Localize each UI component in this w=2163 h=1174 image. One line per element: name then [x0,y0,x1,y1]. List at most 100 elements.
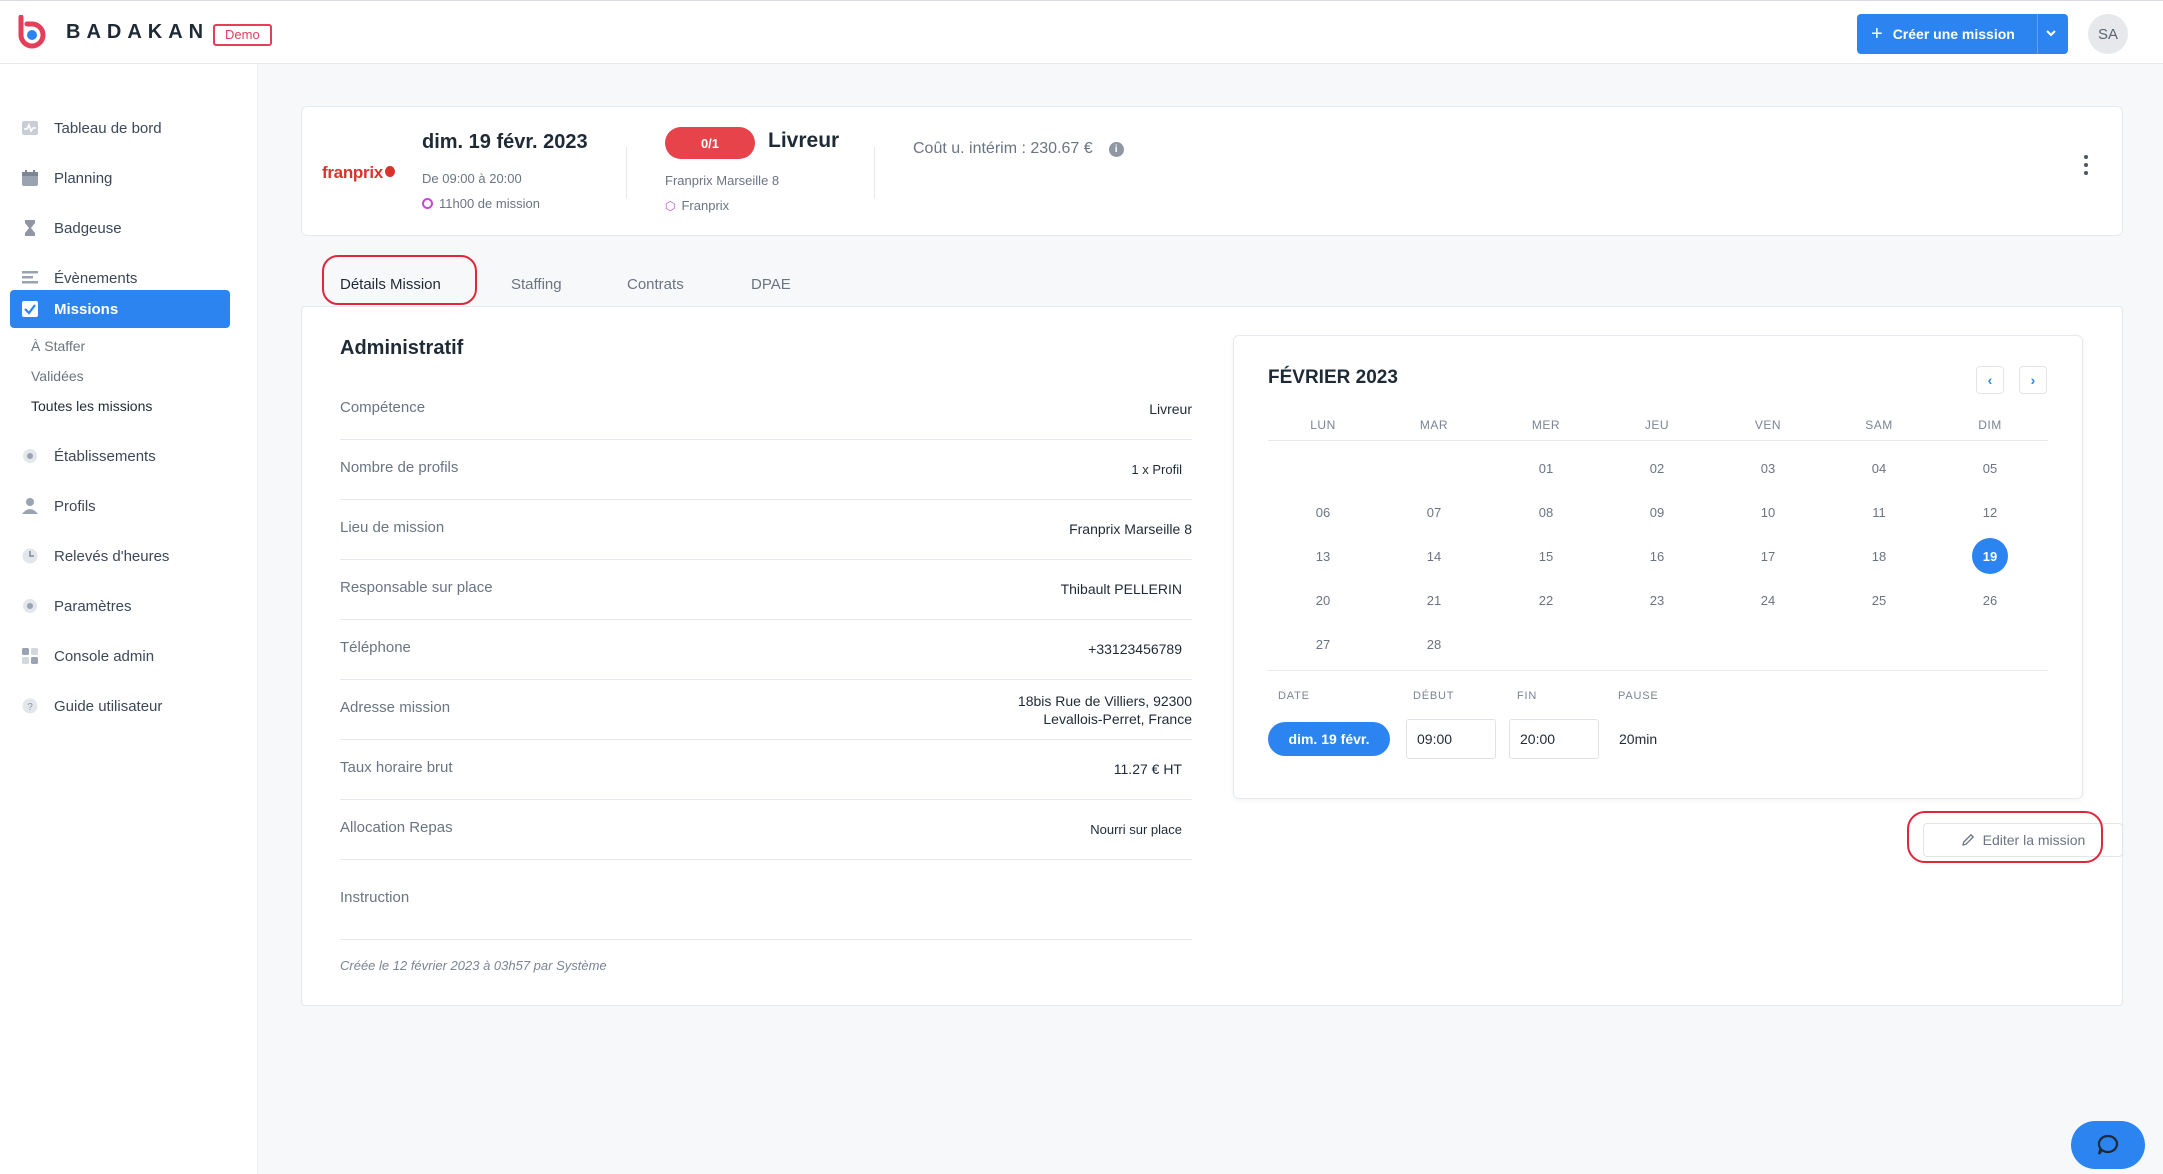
weekday-lun: LUN [1310,418,1336,432]
calendar-day[interactable]: 04 [1861,450,1897,486]
chevron-down-icon[interactable] [2044,26,2058,40]
slot-pause: 20min [1619,731,1658,747]
calendar-day[interactable]: 21 [1416,582,1452,618]
detail-value: Livreur [1149,401,1192,417]
svg-text:?: ? [27,702,33,713]
calendar-day[interactable]: 22 [1528,582,1564,618]
clock-icon [20,546,40,566]
create-mission-button[interactable]: + Créer une mission [1857,14,2068,54]
calendar-day[interactable]: 05 [1972,450,2008,486]
calendar-day[interactable]: 03 [1750,450,1786,486]
hexagon-icon: ⬡ [665,198,676,213]
mission-client: ⬡ Franprix [665,198,730,213]
calendar-day[interactable]: 24 [1750,582,1786,618]
calendar-day[interactable]: 18 [1861,538,1897,574]
detail-row-instruction: Instruction [340,860,1192,940]
weekday-sam: SAM [1865,418,1893,432]
sidebar-item-guide[interactable]: ? Guide utilisateur [10,687,230,725]
sidebar-item-planning[interactable]: Planning [10,159,230,197]
calendar-day[interactable]: 17 [1750,538,1786,574]
calendar-day[interactable]: 11 [1861,494,1897,530]
sidebar-item-label: Tableau de bord [54,119,162,137]
calendar-day[interactable]: 20 [1305,582,1341,618]
chat-bubble-icon [2097,1134,2119,1155]
building-icon [20,446,40,466]
calendar-divider [1268,670,2048,671]
sidebar-item-console-admin[interactable]: Console admin [10,637,230,675]
sidebar-item-dashboard[interactable]: Tableau de bord [10,109,230,147]
sidebar-item-releves[interactable]: Relevés d'heures [10,537,230,575]
calendar-day[interactable]: 27 [1305,626,1341,662]
slot-header-fin: FIN [1517,690,1538,702]
mission-role: Livreur [768,129,840,152]
calendar-day[interactable]: 15 [1528,538,1564,574]
sidebar-item-badgeuse[interactable]: Badgeuse [10,209,230,247]
sidebar-subitem-a-staffer[interactable]: À Staffer [31,338,85,354]
detail-label: Lieu de mission [340,519,445,536]
user-icon [20,496,40,516]
mission-duration: 11h00 de mission [422,196,540,211]
plus-icon: + [1871,23,1883,45]
detail-value: Thibault PELLERIN [1060,581,1182,597]
calendar-next-button[interactable]: › [2019,366,2047,394]
tab-staffing[interactable]: Staffing [511,276,562,293]
dashboard-icon [20,118,40,138]
mission-cost: Coût u. intérim : 230.67 € i [913,140,1124,158]
calendar-day[interactable]: 01 [1528,450,1564,486]
slot-end-time[interactable]: 20:00 [1509,719,1599,759]
detail-value: 1 x Profil [1131,462,1182,477]
calendar-day[interactable]: 12 [1972,494,2008,530]
more-options-icon[interactable] [2074,147,2098,183]
demo-badge: Demo [213,24,272,46]
mission-hours: De 09:00 à 20:00 [422,171,522,186]
user-avatar[interactable]: SA [2088,14,2128,54]
chat-button[interactable] [2071,1121,2145,1169]
calendar-day[interactable]: 14 [1416,538,1452,574]
duration-icon [422,198,433,209]
calendar-day[interactable]: 26 [1972,582,2008,618]
info-icon[interactable]: i [1108,141,1124,157]
sidebar-item-profils[interactable]: Profils [10,487,230,525]
tab-contrats[interactable]: Contrats [627,276,684,293]
calendar-day[interactable]: 06 [1305,494,1341,530]
calendar-divider [1268,440,2048,441]
sidebar-item-parametres[interactable]: Paramètres [10,587,230,625]
sidebar-item-etablissements[interactable]: Établissements [10,437,230,475]
calendar-icon [20,168,40,188]
gear-icon [20,596,40,616]
calendar-day[interactable]: 23 [1639,582,1675,618]
detail-value: 11.27 € HT [1113,761,1182,777]
calendar-day[interactable]: 28 [1416,626,1452,662]
detail-value: Nourri sur place [1090,822,1182,837]
sidebar-subitem-validees[interactable]: Validées [31,368,84,384]
calendar-day[interactable]: 25 [1861,582,1897,618]
calendar-day-selected[interactable]: 19 [1972,538,2008,574]
detail-label: Nombre de profils [340,459,459,476]
edit-highlight-annotation [1907,811,2103,863]
detail-label: Taux horaire brut [340,759,453,776]
detail-value: +33123456789 [1088,641,1182,657]
calendar-day[interactable]: 09 [1639,494,1675,530]
mission-place: Franprix Marseille 8 [665,173,780,188]
calendar-day[interactable]: 02 [1639,450,1675,486]
calendar-day[interactable]: 07 [1416,494,1452,530]
sidebar-subitem-toutes[interactable]: Toutes les missions [31,398,152,414]
detail-label: Adresse mission [340,699,451,716]
slot-start-time[interactable]: 09:00 [1406,719,1496,759]
calendar-day[interactable]: 08 [1528,494,1564,530]
weekday-mer: MER [1531,418,1561,432]
detail-row-nombre-profils: Nombre de profils 1 x Profil [340,440,1192,500]
calendar-day[interactable]: 13 [1305,538,1341,574]
calendar-day[interactable]: 16 [1639,538,1675,574]
detail-label: Instruction [340,889,410,906]
slot-date-chip[interactable]: dim. 19 févr. [1268,722,1390,756]
calendar-prev-button[interactable]: ‹ [1976,366,2004,394]
tab-dpae[interactable]: DPAE [751,276,791,293]
detail-label: Responsable sur place [340,579,493,596]
sidebar-item-missions[interactable]: Missions [10,290,230,328]
detail-label: Allocation Repas [340,819,453,836]
badakan-logo-icon[interactable] [14,15,50,51]
events-icon [20,268,40,288]
calendar-day[interactable]: 10 [1750,494,1786,530]
staffing-badge: 0/1 [665,127,755,159]
